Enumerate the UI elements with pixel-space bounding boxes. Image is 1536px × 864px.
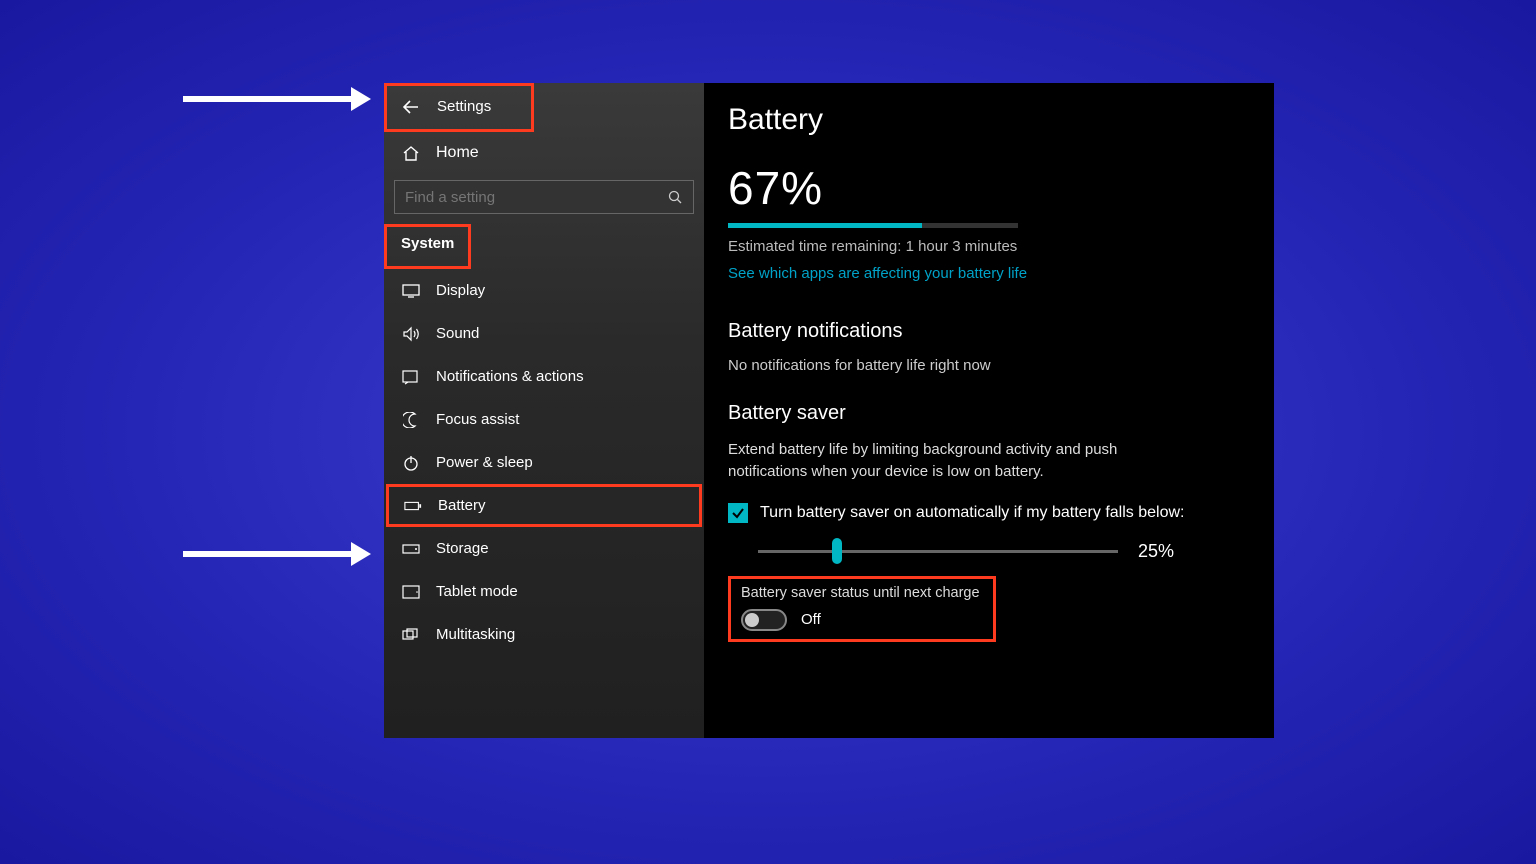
battery-apps-link[interactable]: See which apps are affecting your batter… [728, 265, 1027, 282]
sound-icon [402, 326, 420, 342]
slider-thumb[interactable] [832, 538, 842, 564]
settings-sidebar: Settings Home System [384, 83, 704, 738]
battery-percent: 67% [728, 161, 1250, 215]
sidebar-item-label: Battery [438, 497, 486, 514]
multitasking-icon [402, 628, 420, 642]
sidebar-item-label: Multitasking [436, 626, 515, 643]
settings-window: Settings Home System [384, 83, 1274, 738]
storage-icon [402, 544, 420, 554]
sidebar-item-power-sleep[interactable]: Power & sleep [384, 441, 704, 484]
display-icon [402, 284, 420, 298]
page-title: Battery [728, 103, 1250, 137]
battery-time-remaining: Estimated time remaining: 1 hour 3 minut… [728, 238, 1250, 255]
battery-progress-fill [728, 223, 922, 228]
sidebar-home-label: Home [436, 144, 479, 162]
sidebar-item-label: Notifications & actions [436, 368, 584, 385]
sidebar-item-storage[interactable]: Storage [384, 527, 704, 570]
battery-saver-status-toggle[interactable] [741, 609, 787, 631]
sidebar-item-sound[interactable]: Sound [384, 312, 704, 355]
highlight-system-category: System [384, 224, 471, 269]
annotation-arrow-battery [183, 551, 353, 557]
sidebar-item-label: Tablet mode [436, 583, 518, 600]
sidebar-item-label: Focus assist [436, 411, 519, 428]
highlight-settings-header: Settings [384, 83, 534, 132]
battery-icon [404, 500, 422, 512]
settings-header[interactable]: Settings [391, 90, 527, 123]
sidebar-item-label: Power & sleep [436, 454, 533, 471]
battery-saver-description: Extend battery life by limiting backgrou… [728, 439, 1198, 483]
back-icon[interactable] [403, 100, 419, 114]
battery-saver-auto-row[interactable]: Turn battery saver on automatically if m… [728, 503, 1250, 523]
battery-saver-status-value: Off [801, 611, 821, 628]
battery-saver-threshold-slider[interactable] [758, 550, 1118, 553]
annotation-arrow-settings [183, 96, 353, 102]
battery-saver-status-label: Battery saver status until next charge [741, 585, 983, 601]
sidebar-item-label: Sound [436, 325, 479, 342]
sidebar-item-notifications[interactable]: Notifications & actions [384, 355, 704, 398]
sidebar-item-battery[interactable]: Battery [386, 484, 702, 527]
sidebar-item-label: Storage [436, 540, 489, 557]
section-battery-saver-title: Battery saver [728, 402, 1250, 425]
home-icon [402, 145, 420, 161]
sidebar-item-tablet-mode[interactable]: Tablet mode [384, 570, 704, 613]
highlight-battery-saver-status: Battery saver status until next charge O… [728, 576, 996, 642]
battery-saver-auto-checkbox[interactable] [728, 503, 748, 523]
notifications-icon [402, 369, 420, 385]
sidebar-item-multitasking[interactable]: Multitasking [384, 613, 704, 656]
sidebar-home[interactable]: Home [384, 132, 704, 174]
settings-main: Battery 67% Estimated time remaining: 1 … [704, 83, 1274, 738]
section-battery-notifications-title: Battery notifications [728, 320, 1250, 343]
power-icon [402, 455, 420, 471]
search-input[interactable] [394, 180, 694, 214]
sidebar-item-display[interactable]: Display [384, 269, 704, 312]
battery-notifications-body: No notifications for battery life right … [728, 357, 1250, 374]
battery-saver-threshold-slider-row: 25% [758, 541, 1250, 562]
sidebar-item-focus-assist[interactable]: Focus assist [384, 398, 704, 441]
sidebar-item-label: Display [436, 282, 485, 299]
toggle-knob [745, 613, 759, 627]
battery-saver-auto-label: Turn battery saver on automatically if m… [760, 504, 1184, 522]
battery-saver-threshold-value: 25% [1138, 541, 1174, 562]
settings-title: Settings [437, 98, 491, 115]
tablet-icon [402, 585, 420, 599]
focus-assist-icon [402, 412, 420, 428]
sidebar-category-system[interactable]: System [389, 229, 466, 258]
battery-progress-bar [728, 223, 1018, 228]
